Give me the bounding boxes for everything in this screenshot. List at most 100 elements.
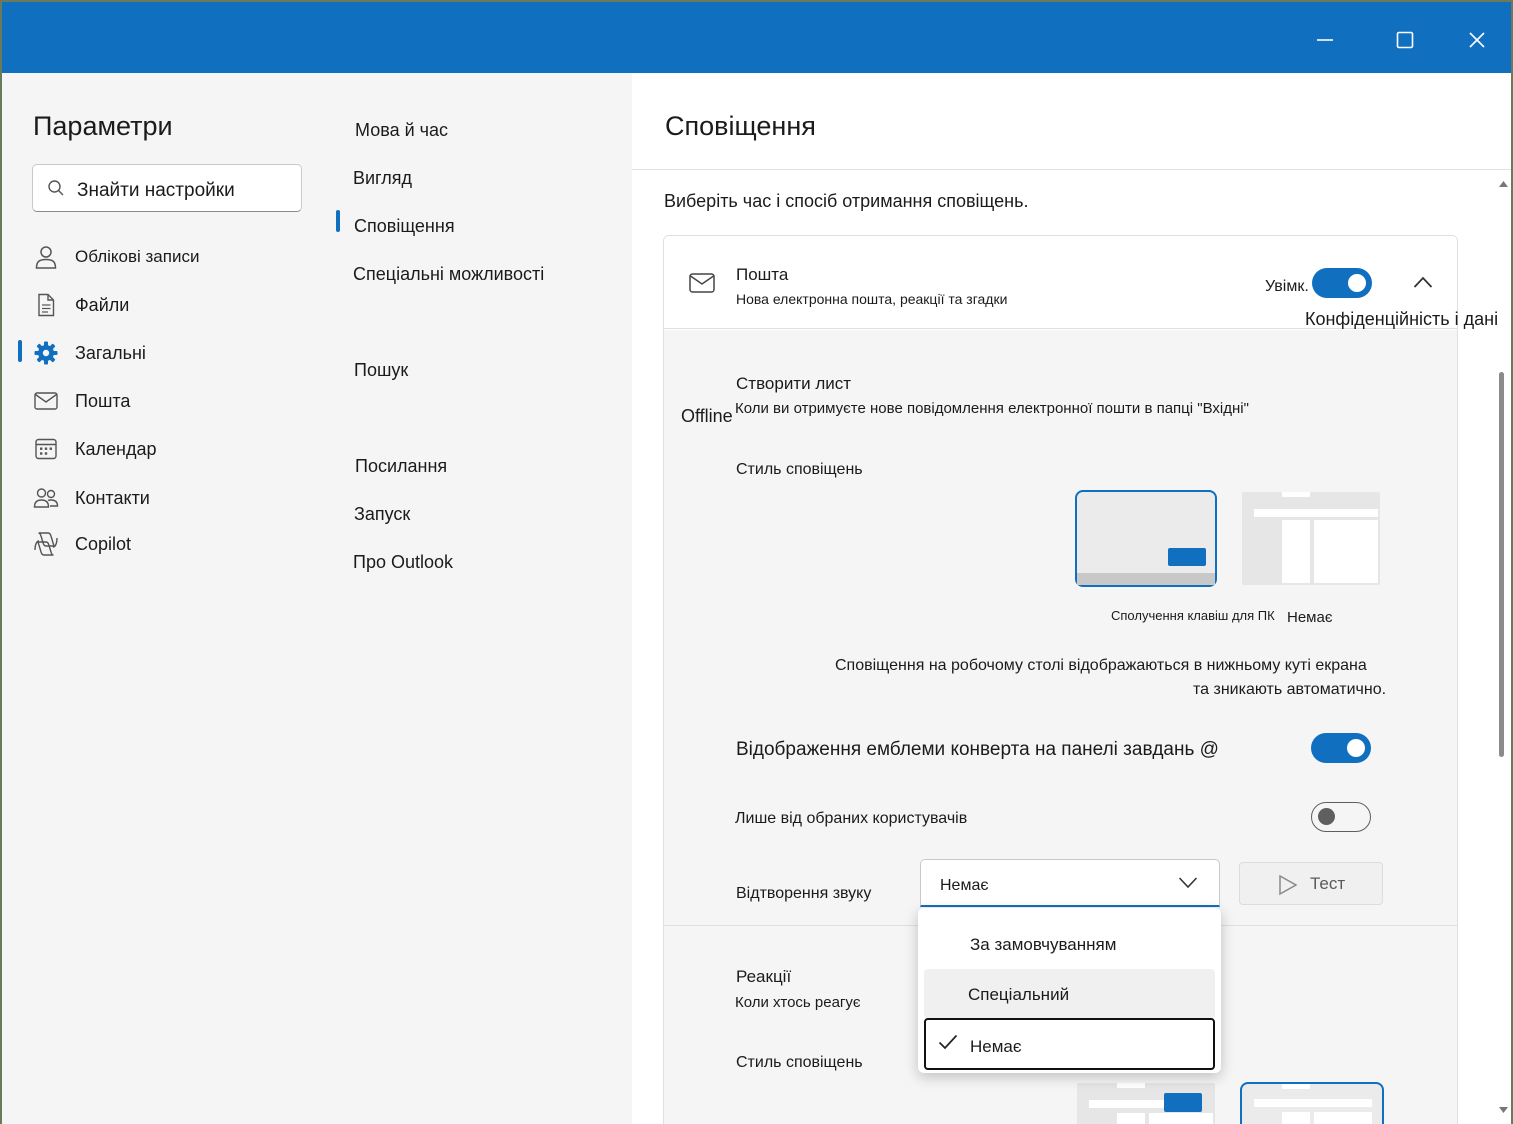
mail-icon (689, 273, 715, 293)
subnav-item-notifications[interactable]: Сповіщення (354, 216, 455, 237)
close-icon (1469, 32, 1485, 48)
settings-sidebar: Параметри Знайти настройки Облікові запи… (2, 73, 331, 1124)
offline-label: Offline (681, 406, 733, 426)
settings-window: Параметри Знайти настройки Облікові запи… (2, 2, 1511, 1124)
close-button[interactable] (1457, 22, 1497, 58)
tile-bar (1089, 1100, 1173, 1108)
toggle-knob (1348, 274, 1366, 292)
sound-option-label: Спеціальний (968, 985, 1070, 1004)
tile-column (1282, 1112, 1310, 1124)
reactions-title: Реакції (736, 967, 792, 986)
sidebar-item-label: Облікові записи (75, 247, 200, 266)
sound-label: Відтворення звуку (736, 885, 872, 902)
minimize-button[interactable] (1305, 22, 1345, 58)
tile-pane (1314, 520, 1378, 583)
app-title: Параметри (33, 111, 173, 141)
subnav-active-indicator (336, 210, 340, 232)
style-note-line2: та зникають автоматично. (1193, 681, 1387, 698)
style-option-none[interactable] (1242, 492, 1380, 585)
sidebar-item-label: Контакти (75, 487, 150, 508)
sound-option-label: За замовчуванням (970, 935, 1117, 954)
mail-card-subtitle: Нова електронна пошта, реакції та згадки (736, 291, 1008, 307)
sound-dropdown-value: Немає (940, 877, 989, 894)
tile-taskbar (1077, 573, 1215, 585)
sidebar-item-calendar[interactable]: Календар (32, 433, 322, 465)
new-mail-style-label: Стиль сповіщень (736, 461, 863, 478)
sidebar-item-mail[interactable]: Пошта (32, 385, 322, 417)
mail-icon (32, 387, 60, 415)
search-value: Знайти настройки (77, 180, 235, 201)
reactions-style-option-desktop[interactable] (1077, 1083, 1215, 1124)
subnav-item-about[interactable]: Про Outlook (353, 552, 453, 573)
tile-pane (1149, 1113, 1213, 1124)
reactions-style-option-none[interactable] (1240, 1082, 1384, 1124)
sound-option-custom[interactable]: Спеціальний (924, 969, 1215, 1019)
title-bar (2, 2, 1511, 73)
play-icon (1279, 874, 1298, 896)
subnav-item-links[interactable]: Посилання (355, 456, 447, 477)
subnav-item-language[interactable]: Мова й час (355, 120, 448, 141)
reactions-desc: Коли хтось реагує (735, 994, 861, 1011)
active-indicator (18, 340, 22, 362)
file-icon (32, 291, 60, 319)
toggle-knob (1318, 808, 1335, 825)
sound-options-menu: За замовчуванням Спеціальний Немає (918, 908, 1221, 1073)
privacy-label: Конфіденційність і дані (1305, 309, 1499, 329)
envelope-badge-toggle[interactable] (1311, 733, 1371, 763)
search-icon (48, 180, 64, 196)
sidebar-item-files[interactable]: Файли (32, 289, 322, 321)
maximize-icon (1396, 31, 1414, 49)
general-subnav: Мова й час Вигляд Сповіщення Спеціальні … (331, 73, 632, 1124)
style-option-desktop-label: Сполучення клавіш для ПК (1111, 608, 1275, 623)
mail-toggle-label: Увімк. (1265, 278, 1309, 295)
contacts-icon (32, 484, 60, 512)
tile-bar (1254, 1099, 1372, 1107)
chevron-up-icon[interactable] (1413, 275, 1433, 289)
maximize-button[interactable] (1385, 22, 1425, 58)
subnav-item-accessibility[interactable]: Спеціальні можливості (353, 264, 544, 285)
mail-card-title: Пошта (736, 265, 789, 284)
sound-option-none[interactable]: Немає (924, 1018, 1215, 1070)
style-option-desktop[interactable] (1075, 490, 1217, 587)
scroll-down-icon[interactable] (1499, 1107, 1508, 1113)
sidebar-item-copilot[interactable]: Copilot (32, 528, 322, 560)
sidebar-item-label: Copilot (75, 533, 132, 554)
sidebar-item-general[interactable]: Загальні (32, 337, 322, 369)
envelope-badge-label: Відображення емблеми конверта на панелі … (736, 739, 1219, 760)
subnav-item-search[interactable]: Пошук (354, 360, 408, 381)
checkmark-icon (938, 1034, 958, 1050)
page-title: Сповіщення (665, 111, 816, 141)
tile-tab (1282, 1084, 1310, 1089)
test-sound-button[interactable]: Тест (1239, 862, 1383, 905)
tile-column (1282, 520, 1310, 583)
tile-bar (1254, 509, 1378, 517)
favorites-only-label: Лише від обраних користувачів (735, 810, 968, 827)
person-icon (32, 243, 60, 271)
favorites-only-toggle[interactable] (1311, 802, 1371, 832)
style-option-none-label: Немає (1287, 609, 1333, 626)
sound-dropdown[interactable]: Немає (920, 859, 1220, 907)
scrollbar-thumb[interactable] (1499, 372, 1504, 757)
tile-tab (1117, 1083, 1145, 1088)
scroll-up-icon[interactable] (1499, 181, 1508, 187)
minimize-icon (1317, 39, 1333, 41)
test-sound-label: Тест (1310, 874, 1346, 893)
scrollbar[interactable] (1496, 173, 1510, 1123)
sidebar-item-contacts[interactable]: Контакти (32, 482, 322, 514)
tile-pane (1314, 1112, 1372, 1124)
new-mail-title: Створити лист (736, 374, 852, 393)
tile-toast (1164, 1093, 1202, 1112)
sidebar-item-label: Календар (75, 438, 157, 459)
style-note-line1: Сповіщення на робочому столі відображают… (835, 657, 1367, 674)
chevron-down-icon (1178, 877, 1198, 889)
reactions-style-label: Стиль сповіщень (736, 1054, 863, 1071)
mail-notifications-toggle[interactable] (1312, 268, 1372, 298)
sidebar-item-label: Загальні (75, 342, 146, 363)
sidebar-item-accounts[interactable]: Облікові записи (32, 241, 322, 273)
sound-option-label: Немає (970, 1037, 1022, 1056)
sidebar-item-label: Пошта (75, 390, 131, 411)
subnav-item-startup[interactable]: Запуск (354, 504, 410, 525)
subnav-item-appearance[interactable]: Вигляд (353, 168, 412, 189)
search-input[interactable]: Знайти настройки (32, 164, 302, 212)
sound-option-default[interactable]: За замовчуванням (924, 921, 1215, 969)
